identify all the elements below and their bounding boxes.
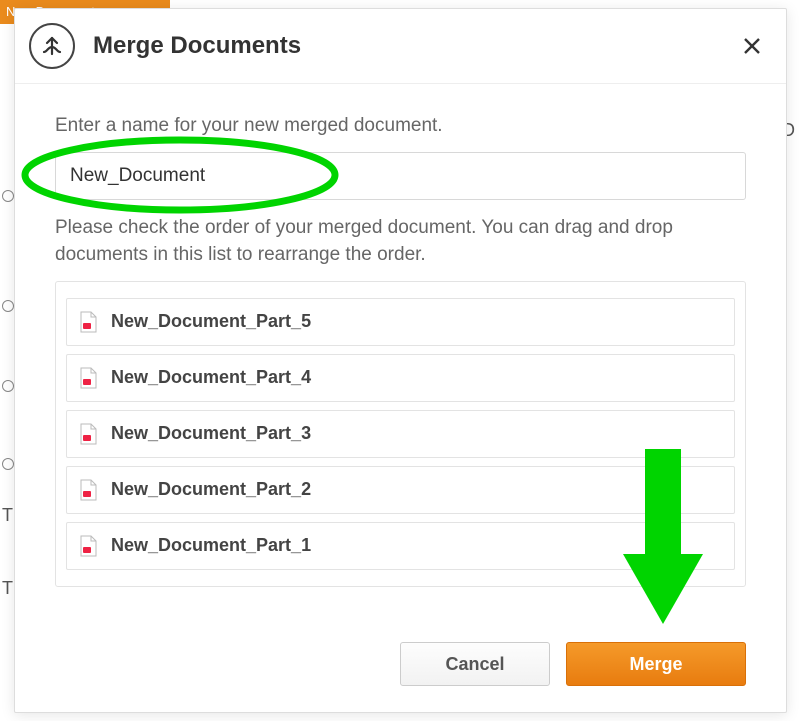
pdf-file-icon	[79, 367, 97, 389]
merge-button[interactable]: Merge	[566, 642, 746, 686]
merge-documents-dialog: Merge Documents Enter a name for your ne…	[14, 8, 787, 713]
dialog-footer: Cancel Merge	[15, 626, 786, 712]
document-name-label: New_Document_Part_2	[111, 479, 311, 500]
pdf-file-icon	[79, 311, 97, 333]
pdf-file-icon	[79, 535, 97, 557]
dialog-title: Merge Documents	[93, 32, 736, 60]
bg-row-marker	[2, 458, 14, 470]
document-list-item[interactable]: New_Document_Part_1	[66, 522, 735, 570]
merged-document-name-input[interactable]	[55, 152, 746, 200]
document-list-item[interactable]: New_Document_Part_5	[66, 298, 735, 346]
document-list-item[interactable]: New_Document_Part_4	[66, 354, 735, 402]
document-order-list: New_Document_Part_5 New_Document_Part_4 …	[55, 281, 746, 587]
document-name-label: New_Document_Part_5	[111, 311, 311, 332]
pdf-file-icon	[79, 423, 97, 445]
document-name-label: New_Document_Part_1	[111, 535, 311, 556]
dialog-header: Merge Documents	[15, 9, 786, 84]
bg-row-marker	[2, 300, 14, 312]
bg-row-letter: T	[2, 578, 13, 599]
document-list-item[interactable]: New_Document_Part_3	[66, 410, 735, 458]
document-list-item[interactable]: New_Document_Part_2	[66, 466, 735, 514]
close-button[interactable]	[736, 30, 768, 62]
dialog-body: Enter a name for your new merged documen…	[15, 84, 786, 626]
name-instruction-text: Enter a name for your new merged documen…	[55, 112, 746, 140]
merge-icon	[29, 23, 75, 69]
bg-row-marker	[2, 190, 14, 202]
document-name-label: New_Document_Part_4	[111, 367, 311, 388]
document-name-label: New_Document_Part_3	[111, 423, 311, 444]
pdf-file-icon	[79, 479, 97, 501]
close-icon	[742, 36, 762, 56]
bg-row-letter: T	[2, 505, 13, 526]
bg-row-marker	[2, 380, 14, 392]
cancel-button[interactable]: Cancel	[400, 642, 550, 686]
order-instruction-text: Please check the order of your merged do…	[55, 214, 746, 269]
